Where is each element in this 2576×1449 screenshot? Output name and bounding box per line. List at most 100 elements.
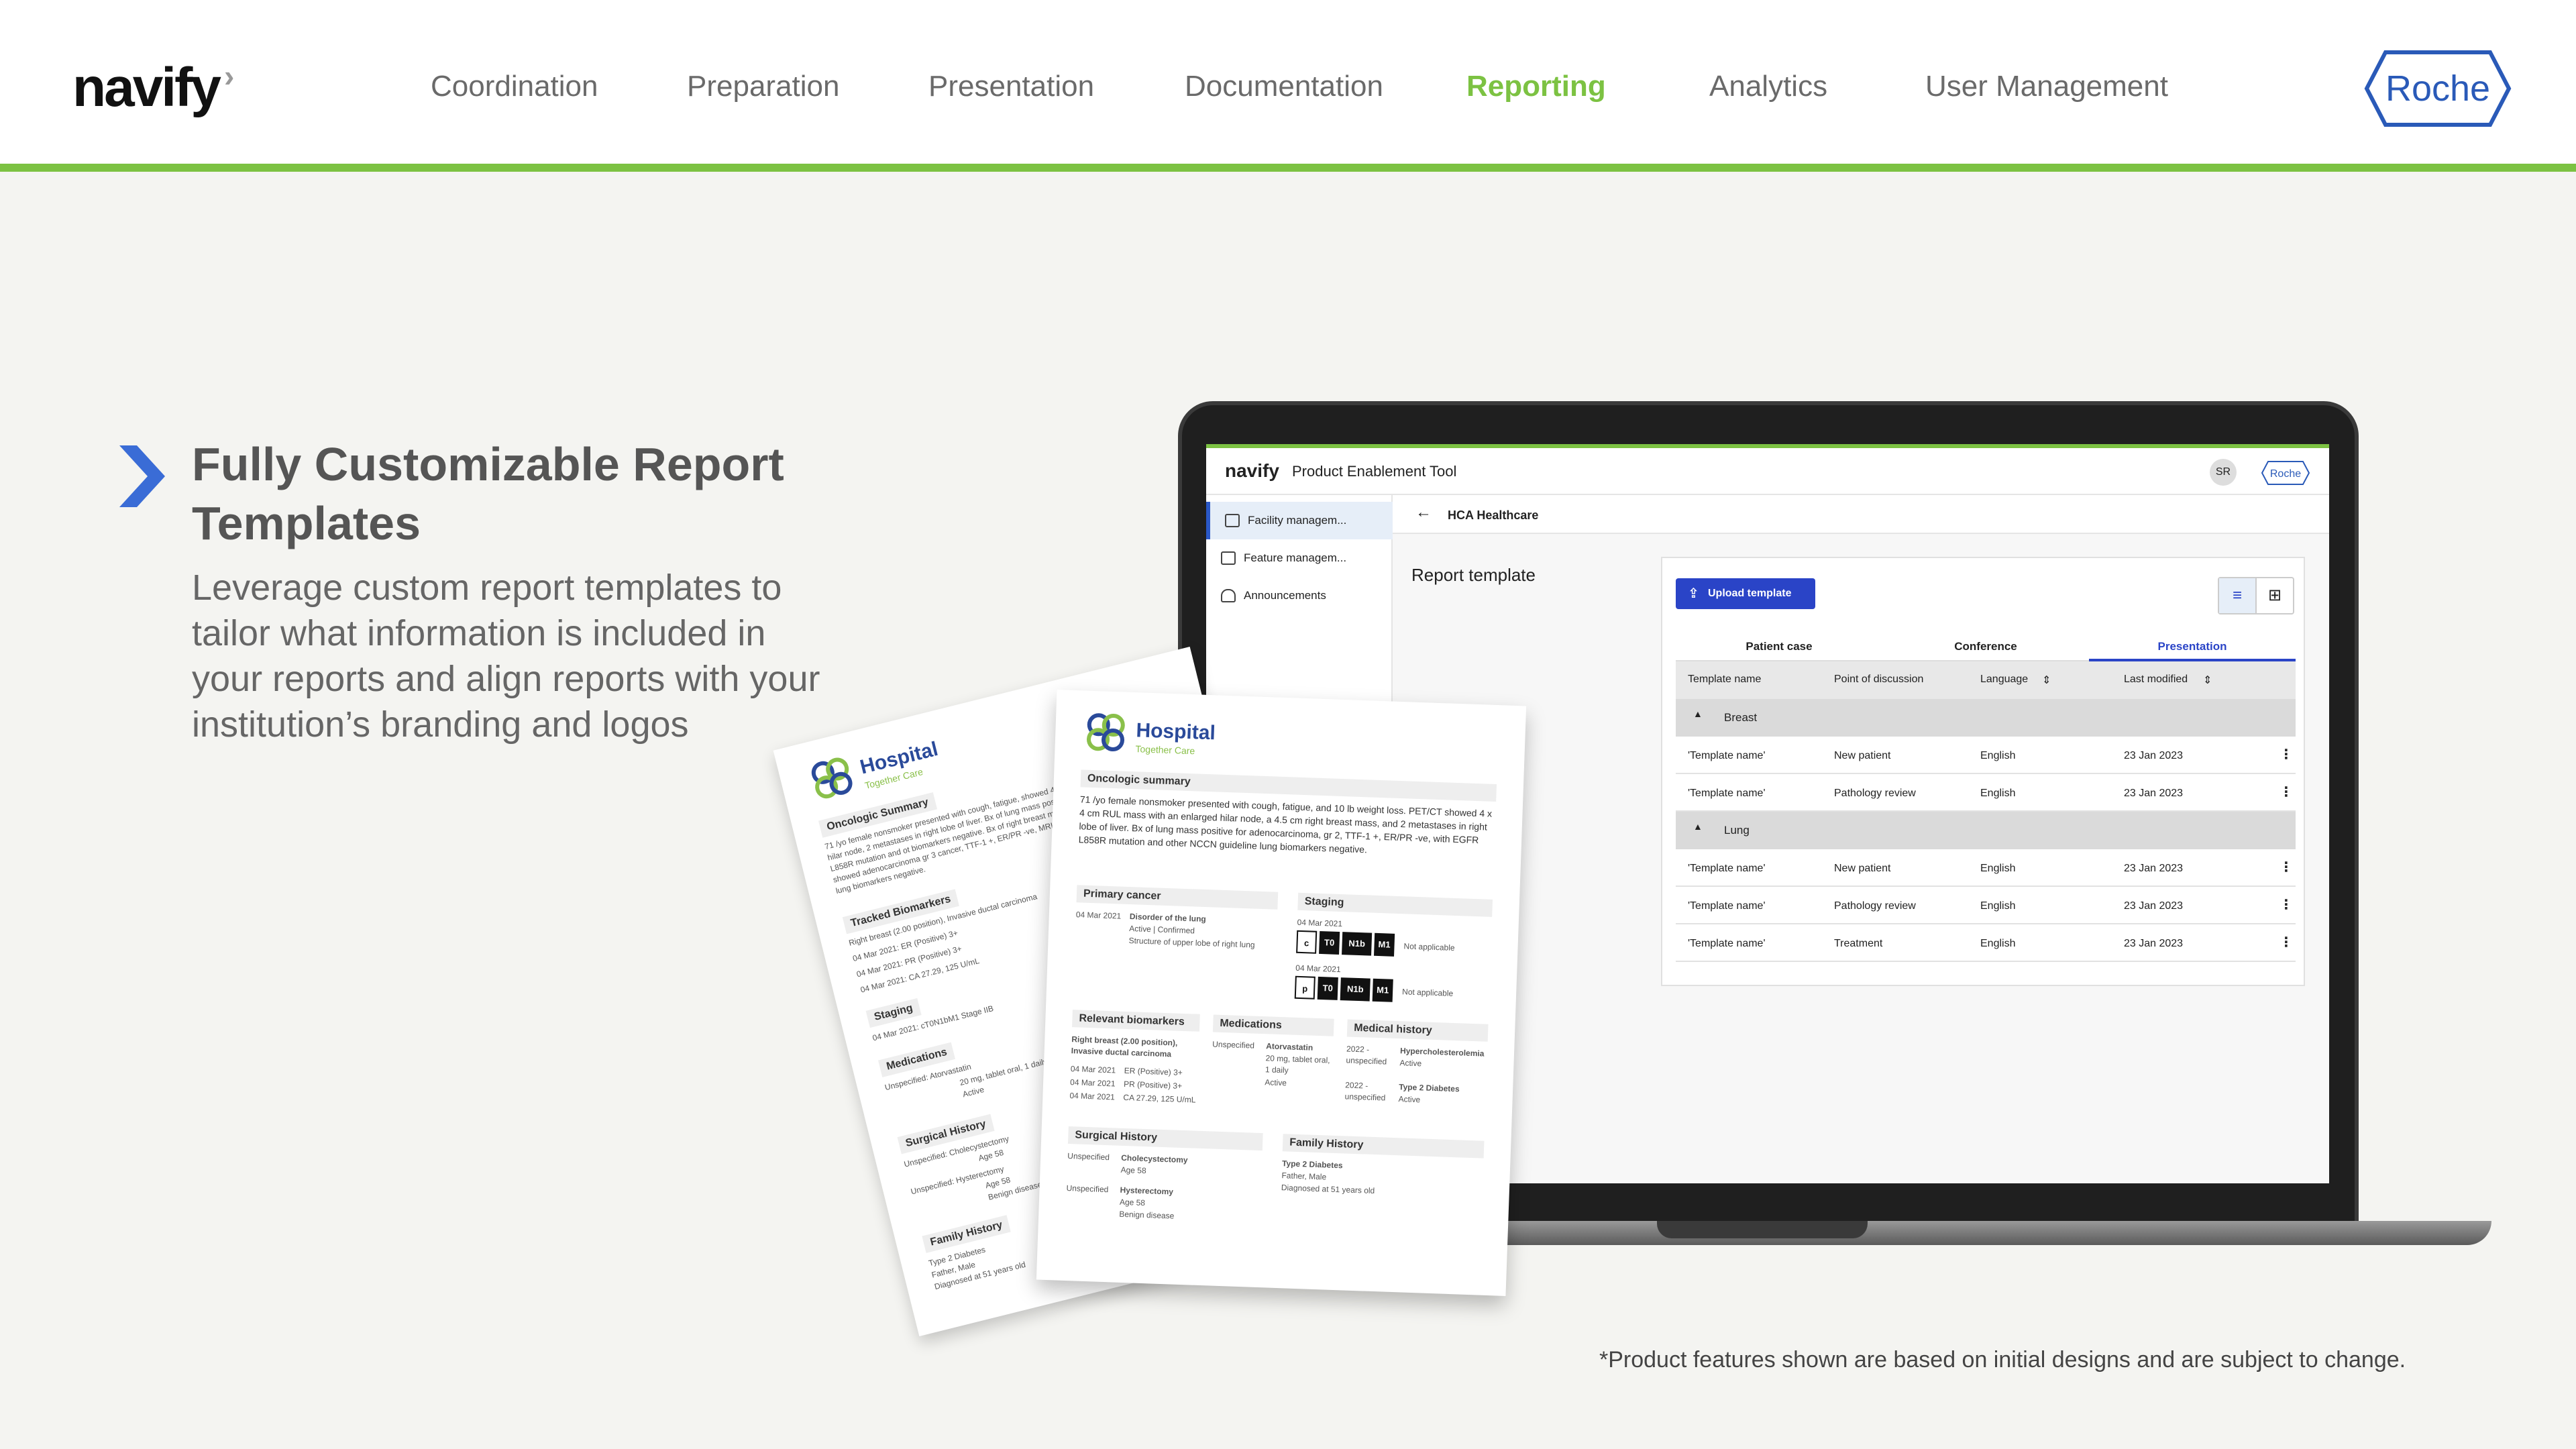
- more-options-icon[interactable]: ⋮: [2279, 784, 2293, 800]
- section-title: Report template: [1411, 565, 1536, 585]
- breadcrumb-title: HCA Healthcare: [1448, 508, 1539, 522]
- cell-template-name: 'Template name': [1688, 938, 1766, 949]
- caret-up-icon: ▲: [1693, 821, 1703, 832]
- sort-icon[interactable]: ⇕: [2203, 674, 2212, 687]
- cell-point: Pathology review: [1834, 900, 1916, 912]
- column-point-of-discussion[interactable]: Point of discussion: [1834, 674, 1923, 686]
- group-label: Breast: [1724, 711, 1758, 724]
- table-row[interactable]: 'Template name' Treatment English 23 Jan…: [1676, 924, 2296, 962]
- biomarker-item: ER (Positive) 3+: [1124, 1065, 1183, 1077]
- building-icon: [1225, 514, 1240, 527]
- app-main: ← HCA Healthcare Report template ⇪ Uploa…: [1393, 495, 2329, 1183]
- medication-dose: 20 mg, tablet oral, 1 daily: [959, 1056, 1049, 1088]
- sort-icon[interactable]: ⇕: [2042, 674, 2051, 687]
- arrow-left-icon[interactable]: ←: [1415, 503, 1432, 522]
- group-label: Lung: [1724, 824, 1750, 837]
- column-last-modified[interactable]: Last modified: [2124, 674, 2188, 686]
- roche-logo-text: Roche: [2385, 68, 2490, 109]
- feature-title: Fully Customizable Report Templates: [192, 438, 784, 549]
- staging-heading: Staging: [1297, 892, 1493, 917]
- column-template-name[interactable]: Template name: [1688, 674, 1761, 686]
- hospital-logo-icon: [811, 757, 853, 799]
- surgical-item: Cholecystectomy: [1121, 1152, 1188, 1165]
- family-who: Father, Male: [1281, 1171, 1327, 1182]
- stage-chip-t: T0: [1319, 930, 1340, 955]
- nav-item-presentation[interactable]: Presentation: [928, 70, 1094, 103]
- app-header: navify Product Enablement Tool SR Roche: [1206, 448, 2329, 495]
- biomarker-date: 04 Mar 2021: [1070, 1064, 1116, 1075]
- more-options-icon[interactable]: ⋮: [2279, 896, 2293, 913]
- table-row[interactable]: 'Template name' New patient English 23 J…: [1676, 737, 2296, 774]
- app-roche-text: Roche: [2270, 468, 2301, 480]
- medications-heading: Medications: [1212, 1014, 1334, 1036]
- primary-status: Active | Confirmed: [1128, 924, 1195, 936]
- biomarker-date: 04 Mar 2021: [1069, 1077, 1116, 1089]
- table-row[interactable]: 'Template name' Pathology review English…: [1676, 887, 2296, 924]
- nav-item-analytics[interactable]: Analytics: [1709, 70, 1827, 103]
- report-document-front: Hospital Together Care Oncologic summary…: [1036, 690, 1527, 1296]
- cell-modified: 23 Jan 2023: [2124, 788, 2184, 799]
- table-row[interactable]: 'Template name' New patient English 23 J…: [1676, 849, 2296, 887]
- more-options-icon[interactable]: ⋮: [2279, 934, 2293, 951]
- surgical-note: Benign disease: [1119, 1209, 1175, 1221]
- history-status: Active: [1399, 1058, 1422, 1069]
- navify-logo[interactable]: navify: [72, 56, 221, 119]
- family-history-heading: Family History: [1282, 1134, 1485, 1159]
- nav-item-user-management[interactable]: User Management: [1925, 70, 2168, 103]
- stage-chip-n: N1b: [1340, 977, 1371, 1002]
- sidebar-item-announcements[interactable]: Announcements: [1206, 577, 1393, 614]
- history-item: Type 2 Diabetes: [1398, 1082, 1460, 1094]
- tab-presentation[interactable]: Presentation: [2089, 632, 2296, 661]
- history-year: 2022 - unspecified: [1344, 1080, 1386, 1103]
- app-title: Product Enablement Tool: [1292, 463, 1457, 480]
- tab-patient-case[interactable]: Patient case: [1676, 632, 1882, 661]
- stage-chip-p: p: [1294, 975, 1316, 1000]
- nav-item-coordination[interactable]: Coordination: [431, 70, 598, 103]
- app-roche-logo: Roche: [2261, 461, 2310, 485]
- breadcrumb: ← HCA Healthcare: [1393, 495, 2329, 534]
- surgical-age: Age 58: [1120, 1165, 1146, 1176]
- primary-cancer-heading: Primary cancer: [1076, 885, 1279, 910]
- table-row[interactable]: 'Template name' Pathology review English…: [1676, 774, 2296, 812]
- roche-logo: Roche: [2364, 50, 2512, 127]
- medication-dose: 20 mg, tablet oral, 1 daily: [1265, 1053, 1330, 1075]
- cell-language: English: [1980, 863, 2016, 874]
- hospital-name: Hospital: [1135, 719, 1216, 745]
- grid-view-icon[interactable]: ⊞: [2257, 578, 2293, 613]
- upload-template-button[interactable]: ⇪ Upload template: [1676, 578, 1815, 609]
- tab-conference[interactable]: Conference: [1882, 632, 2089, 661]
- hospital-tagline: Together Care: [1135, 743, 1195, 757]
- medication-name: Atorvastatin: [1265, 1041, 1313, 1053]
- sidebar-item-facility[interactable]: Facility managem...: [1206, 502, 1393, 539]
- nav-item-documentation[interactable]: Documentation: [1185, 70, 1383, 103]
- stage-chip-c: c: [1296, 930, 1318, 954]
- surgical-unspecified: Unspecified: [1066, 1183, 1109, 1195]
- nav-item-reporting[interactable]: Reporting: [1466, 70, 1606, 103]
- history-status: Active: [1398, 1094, 1421, 1105]
- cell-language: English: [1980, 788, 2016, 799]
- more-options-icon[interactable]: ⋮: [2279, 859, 2293, 875]
- upload-icon: ⇪: [1688, 586, 1699, 601]
- top-navigation: navify › Coordination Preparation Presen…: [0, 0, 2576, 172]
- app-brand[interactable]: navify: [1225, 460, 1279, 482]
- staging-date: 04 Mar 2021: [1295, 963, 1341, 975]
- group-row-breast[interactable]: ▲ Breast: [1676, 699, 2296, 737]
- sidebar-item-feature[interactable]: Feature managem...: [1206, 539, 1393, 577]
- surgical-item: Hysterectomy: [1120, 1185, 1174, 1197]
- summary-text: 71 /yo female nonsmoker presented with c…: [1078, 794, 1493, 855]
- stage-chip-m: M1: [1372, 978, 1393, 1002]
- surgical-unspecified: Unspecified: [1067, 1151, 1110, 1163]
- column-language[interactable]: Language: [1980, 674, 2028, 686]
- more-options-icon[interactable]: ⋮: [2279, 746, 2293, 763]
- upload-template-label: Upload template: [1708, 588, 1792, 599]
- list-view-icon[interactable]: ≡: [2219, 578, 2257, 613]
- stage-chip-t: T0: [1317, 976, 1338, 1000]
- laptop-notch: [1657, 1221, 1868, 1238]
- avatar[interactable]: SR: [2210, 459, 2237, 486]
- nav-item-preparation[interactable]: Preparation: [687, 70, 839, 103]
- surgical-age: Age 58: [1119, 1197, 1146, 1208]
- primary-structure: Structure of upper lobe of right lung: [1128, 936, 1255, 950]
- sidebar-item-label: Facility managem...: [1248, 514, 1347, 527]
- navify-chevron-icon: ›: [224, 58, 235, 93]
- group-row-lung[interactable]: ▲ Lung: [1676, 812, 2296, 849]
